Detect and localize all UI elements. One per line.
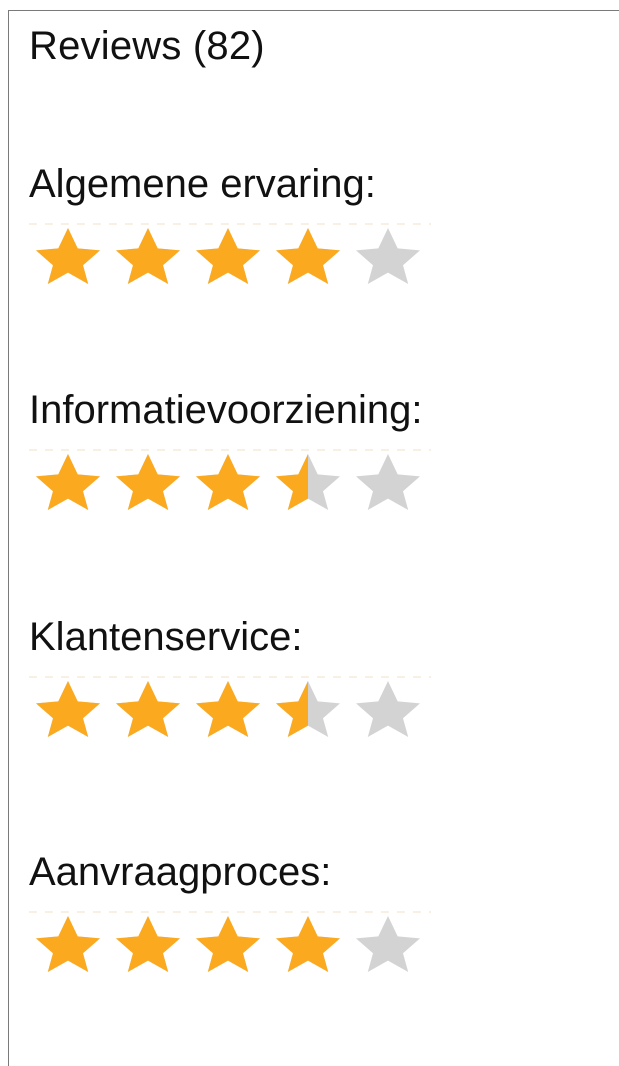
- star-icon: [109, 679, 187, 739]
- rating-aanvraagproces: Aanvraagproces:: [29, 848, 609, 974]
- star-rating: [29, 676, 431, 739]
- star-icon: [269, 452, 347, 512]
- rating-label: Klantenservice:: [29, 615, 303, 659]
- rating-label: Informatievoorziening:: [29, 388, 423, 432]
- star-icon: [109, 452, 187, 512]
- star-icon: [269, 226, 347, 286]
- reviews-title: Reviews (82): [29, 24, 265, 68]
- star-icon: [109, 226, 187, 286]
- rating-label: Algemene ervaring:: [29, 162, 376, 206]
- star-icon: [189, 452, 267, 512]
- rating-label: Aanvraagproces:: [29, 850, 332, 894]
- rating-klantenservice: Klantenservice:: [29, 613, 609, 739]
- star-icon: [29, 914, 107, 974]
- star-icon: [349, 226, 427, 286]
- star-icon: [189, 914, 267, 974]
- star-rating: [29, 449, 431, 512]
- star-icon: [189, 679, 267, 739]
- star-icon: [189, 226, 267, 286]
- star-icon: [109, 914, 187, 974]
- star-icon: [269, 679, 347, 739]
- star-icon: [29, 226, 107, 286]
- star-icon: [29, 452, 107, 512]
- rating-algemene-ervaring: Algemene ervaring:: [29, 160, 609, 286]
- star-rating: [29, 911, 431, 974]
- star-icon: [349, 679, 427, 739]
- star-rating: [29, 223, 431, 286]
- rating-informatievoorziening: Informatievoorziening:: [29, 386, 609, 512]
- star-icon: [349, 452, 427, 512]
- star-icon: [269, 914, 347, 974]
- star-icon: [29, 679, 107, 739]
- star-icon: [349, 914, 427, 974]
